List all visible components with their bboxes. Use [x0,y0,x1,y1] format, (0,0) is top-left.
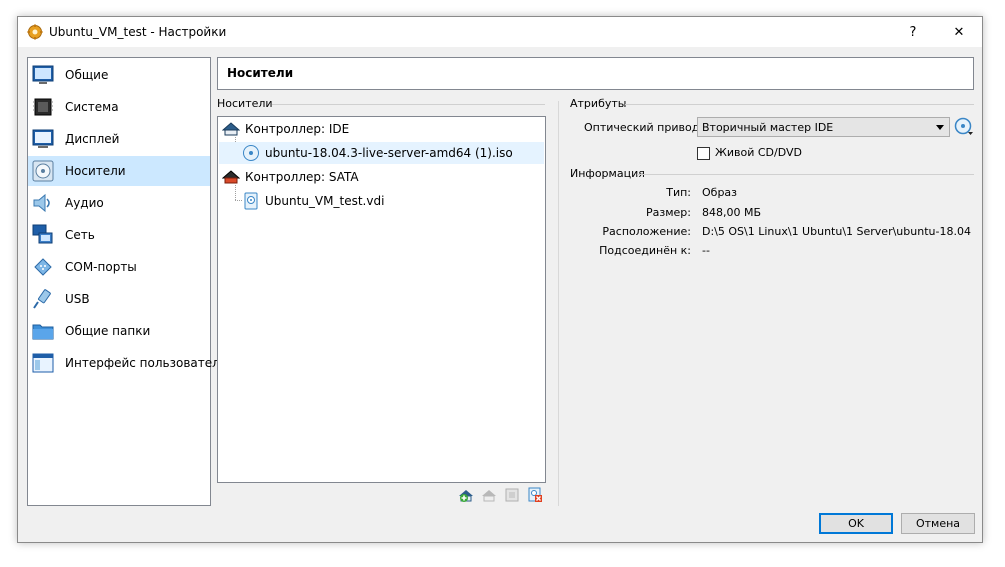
sidebar-item-label: COM-порты [65,260,137,274]
tree-item-ide-controller[interactable]: Контроллер: IDE [219,118,544,140]
sidebar-item-audio[interactable]: Аудио [28,188,210,218]
storage-icon [32,160,54,182]
sidebar-item-label: Дисплей [65,132,120,146]
attributes-group-label: Атрибуты [570,97,627,110]
audio-icon [33,193,50,213]
sidebar-item-label: Общие папки [65,324,151,338]
panel-divider [558,101,559,506]
sidebar-item-general[interactable]: Общие [28,60,210,90]
user-interface-icon [32,353,54,373]
info-attached-value: -- [702,244,710,257]
window-title: Ubuntu_VM_test - Настройки [49,25,227,39]
cancel-button[interactable]: Отмена [901,513,975,534]
sidebar-item-storage[interactable]: Носители [28,156,210,186]
hard-disk-icon [244,192,258,210]
sidebar-item-label: Аудио [65,196,104,210]
optical-drive-value: Вторичный мастер IDE [702,121,834,134]
tree-item-label: Контроллер: SATA [245,170,359,184]
sidebar-item-label: Интерфейс пользователя [65,356,228,370]
live-cd-label[interactable]: Живой CD/DVD [715,146,802,159]
optical-disc-icon [243,145,259,161]
tree-item-sata-controller[interactable]: Контроллер: SATA [219,166,544,188]
sidebar-item-user-interface[interactable]: Интерфейс пользователя [28,348,227,378]
virtualbox-gear-icon [27,24,43,40]
tree-item-label: Ubuntu_VM_test.vdi [265,194,385,208]
network-icon [32,224,53,244]
live-cd-checkbox[interactable] [697,147,710,160]
sidebar-item-system[interactable]: Система [28,92,210,122]
tree-item-hard-disk[interactable]: Ubuntu_VM_test.vdi [219,190,544,212]
system-icon [33,98,53,116]
page-header: Носители [217,57,974,90]
settings-dialog: Ubuntu_VM_test - Настройки ? ✕ Общие Сис… [17,16,983,543]
add-attachment-icon[interactable] [504,487,520,503]
display-icon [32,129,54,148]
serial-ports-icon [34,258,52,276]
sidebar-item-shared-folders[interactable]: Общие папки [28,316,210,346]
info-type-label: Тип: [666,186,691,199]
info-group-label: Информация [570,167,645,180]
close-button[interactable]: ✕ [936,17,982,47]
storage-tree[interactable]: Контроллер: IDE ubuntu-18.04.3-live-serv… [217,116,546,483]
sidebar-item-com-ports[interactable]: COM-порты [28,252,210,282]
title-bar: Ubuntu_VM_test - Настройки ? ✕ [18,17,982,47]
tree-item-label: Контроллер: IDE [245,122,350,136]
sidebar-item-label: USB [65,292,90,306]
shared-folders-icon [32,324,54,340]
info-attached-label: Подсоединён к: [599,244,691,257]
tree-item-label: ubuntu-18.04.3-live-server-amd64 (1).iso [265,146,513,160]
ide-controller-icon [222,122,240,136]
info-size-value: 848,00 МБ [702,206,762,219]
sidebar-item-label: Сеть [65,228,95,242]
tree-item-optical-disk[interactable]: ubuntu-18.04.3-live-server-amd64 (1).iso [219,142,544,164]
page-title: Носители [227,66,294,80]
storage-group-label: Носители [217,97,273,110]
info-size-label: Размер: [646,206,691,219]
info-type-value: Образ [702,186,738,199]
add-controller-icon[interactable] [458,487,474,503]
info-group-divider [637,174,974,175]
sidebar-item-usb[interactable]: USB [28,284,210,314]
attributes-group-divider [625,104,974,105]
sidebar-item-label: Система [65,100,119,114]
sidebar-item-label: Общие [65,68,109,82]
remove-controller-icon[interactable] [481,487,497,503]
settings-sidebar: Общие Система Дисплей Носители Аудио Сет… [27,57,227,506]
info-location-value: D:\5 OS\1 Linux\1 Ubuntu\1 Server\ubuntu… [702,225,972,238]
sata-controller-icon [222,170,240,184]
help-button[interactable]: ? [890,17,936,47]
storage-group-divider [272,104,545,105]
choose-disk-icon[interactable] [954,117,974,137]
optical-drive-label: Оптический привод: [584,121,704,134]
chevron-down-icon [936,125,944,130]
sidebar-item-network[interactable]: Сеть [28,220,210,250]
remove-attachment-icon[interactable] [527,487,543,503]
info-location-label: Расположение: [602,225,691,238]
sidebar-item-display[interactable]: Дисплей [28,124,210,154]
sidebar-item-label: Носители [65,164,126,178]
ok-button[interactable]: OK [819,513,893,534]
optical-drive-select[interactable]: Вторичный мастер IDE [697,117,950,137]
general-icon [32,65,54,84]
usb-icon [33,289,51,309]
